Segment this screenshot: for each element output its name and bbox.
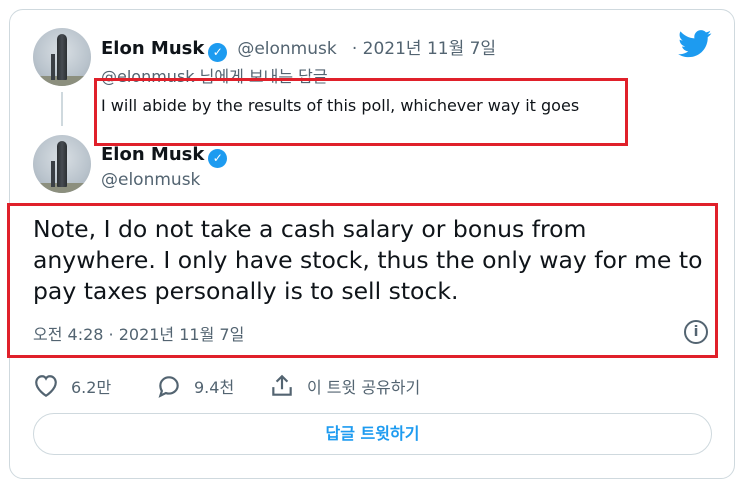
avatar[interactable] <box>33 135 91 193</box>
author-handle[interactable]: @elonmusk <box>101 170 200 190</box>
author-name[interactable]: Elon Musk <box>101 38 204 59</box>
reply-count: 9.4천 <box>194 378 235 397</box>
verified-badge-icon: ✓ <box>208 149 228 168</box>
share-button[interactable]: 이 트윗 공유하기 <box>269 372 420 400</box>
like-count: 6.2만 <box>71 378 112 397</box>
avatar[interactable] <box>33 28 91 86</box>
tweet-date[interactable]: · 2021년 11월 7일 <box>352 39 496 59</box>
author-name[interactable]: Elon Musk <box>101 144 204 165</box>
reply-tweet-button[interactable]: 답글 트윗하기 <box>33 413 712 455</box>
parent-tweet-text: I will abide by the results of this poll… <box>101 96 580 115</box>
verified-badge-icon: ✓ <box>208 43 228 62</box>
main-tweet-text: Note, I do not take a cash salary or bon… <box>33 215 703 305</box>
info-icon[interactable]: i <box>684 320 708 344</box>
parent-tweet-header: Elon Musk ✓ @elonmusk · 2021년 11월 7일 <box>101 34 496 62</box>
tweet-timestamp[interactable]: 오전 4:28 · 2021년 11월 7일 <box>33 321 244 345</box>
share-icon <box>272 374 292 396</box>
like-button[interactable]: 6.2만 <box>33 372 111 400</box>
thread-connector <box>61 92 63 126</box>
speech-bubble-icon <box>158 376 179 398</box>
heart-icon <box>35 375 57 398</box>
twitter-bird-icon[interactable] <box>678 30 712 58</box>
author-handle[interactable]: @elonmusk <box>237 39 336 59</box>
main-tweet-header: Elon Musk ✓ <box>101 144 228 168</box>
reply-action-button[interactable]: 9.4천 <box>156 372 234 400</box>
share-label: 이 트윗 공유하기 <box>307 378 421 397</box>
